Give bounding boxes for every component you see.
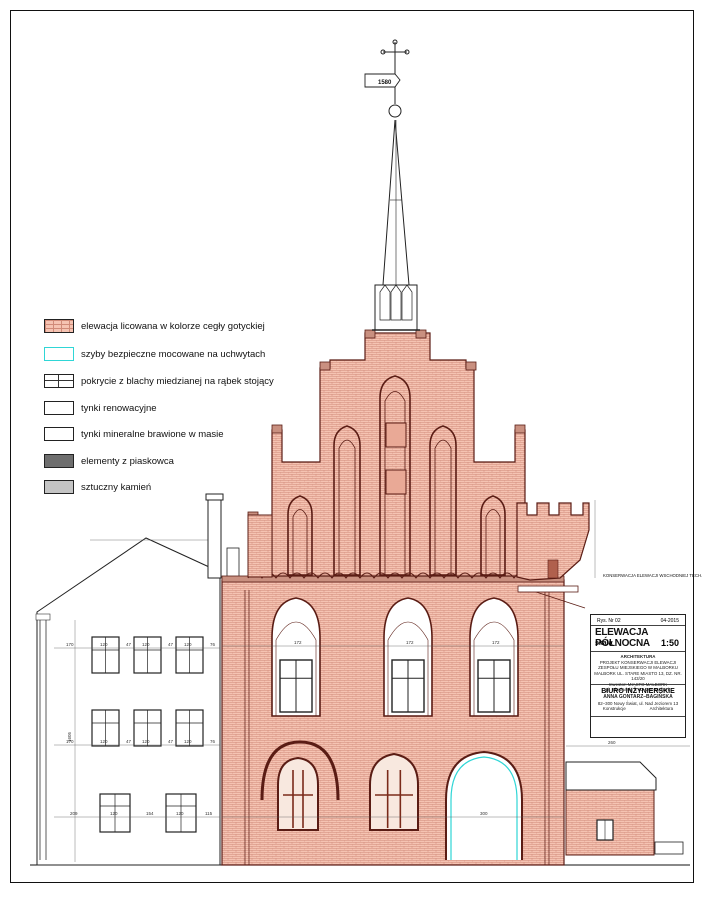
legend-item-mineral: tynki mineralne brawione w masie — [44, 426, 224, 442]
title-block-office: BIURO INŻYNIERSKIE ANNA GONTARZ–BAGIŃSKA… — [591, 685, 685, 717]
pinnacle — [514, 424, 526, 434]
elevation-note: KONSERWACJA ELEWACJI WSCHODNIEJ TECH. — [603, 573, 703, 578]
dimension-label: 120 — [184, 739, 192, 744]
legend-item-render: tynki renowacyjne — [44, 400, 157, 416]
pinnacle — [271, 424, 283, 434]
dimension-label: 172 — [294, 640, 302, 645]
dimension-label: 120 — [110, 811, 118, 816]
pinnacle — [465, 361, 477, 371]
dimension-label: 47 — [126, 739, 132, 744]
office-person: ANNA GONTARZ–BAGIŃSKA — [603, 694, 673, 700]
legend-label: elementy z piaskowca — [81, 455, 174, 467]
dimension-label: 47 — [168, 739, 174, 744]
dimension-label: 120 — [100, 642, 108, 647]
col-structure: Konstrukcje — [602, 706, 626, 711]
dimension-label: 120 — [176, 811, 184, 816]
pinnacle — [364, 329, 376, 339]
gable-niche — [429, 425, 457, 576]
legend-label: tynki mineralne brawione w masie — [81, 428, 224, 440]
legend-label: sztuczny kamień — [81, 481, 152, 493]
drawing-number: Rys. Nr 02 — [597, 618, 621, 624]
col-architecture: Architektura — [649, 706, 674, 711]
left-building: 1605 — [35, 537, 221, 866]
scale-label: skala — [595, 640, 613, 647]
gable-niche — [287, 495, 313, 576]
legend-item-copper: pokrycie z blachy miedzianej na rąbek st… — [44, 373, 274, 389]
legend-label: szyby bezpieczne mocowane na uchwytach — [81, 348, 266, 360]
brick-swatch — [44, 319, 74, 333]
dimension-label: 170 — [66, 642, 74, 647]
dimension-label: 120 — [142, 642, 150, 647]
gable-opening — [385, 422, 407, 448]
chimney — [205, 493, 240, 579]
gable-niche — [333, 425, 361, 576]
dimension-label: 260 — [608, 740, 616, 745]
dimension-label: 47 — [168, 642, 174, 647]
title-block: Rys. Nr 02 04-2015 ELEWACJA PÓŁNOCNA ska… — [590, 614, 686, 738]
glass-swatch — [44, 347, 74, 361]
spire: 1580 — [364, 39, 420, 331]
legend-label: pokrycie z blachy miedzianej na rąbek st… — [81, 375, 274, 387]
dimension-label: 47 — [126, 642, 132, 647]
pinnacle — [319, 361, 331, 371]
legend-item-brick: elewacja licowana w kolorze cegły gotyck… — [44, 318, 265, 334]
legend-item-sandstone: elementy z piaskowca — [44, 453, 174, 469]
legend-item-stone: sztuczny kamień — [44, 479, 151, 495]
vane-year: 1580 — [378, 80, 392, 86]
main-building: 1580 — [221, 39, 590, 866]
dimension-label: 209 — [70, 811, 78, 816]
legend-label: elewacja licowana w kolorze cegły gotyck… — [81, 320, 265, 332]
copper-swatch — [44, 374, 74, 388]
dimension-label: 76 — [210, 642, 216, 647]
north-elevation-drawing: 1605 1580 170 120 47 120 47 120 76170 12… — [30, 39, 690, 866]
drawing-date: 04-2015 — [660, 618, 679, 624]
right-annex — [565, 745, 690, 856]
dimension-label: 120 — [142, 739, 150, 744]
scale-value: 1:50 — [660, 638, 679, 648]
sandstone-swatch — [44, 454, 74, 468]
dimension-label: 115 — [205, 811, 213, 816]
title-block-header: Rys. Nr 02 04-2015 — [591, 615, 685, 626]
dimension-label: 120 — [184, 642, 192, 647]
dimension-label: 154 — [146, 811, 154, 816]
dimension-label: 120 — [100, 739, 108, 744]
dimension-label: 76 — [210, 739, 216, 744]
drawing-sheet: 1605 1580 170 120 47 120 47 120 76 170 1… — [0, 0, 707, 900]
dimension-label: 172 — [406, 640, 414, 645]
pinnacle — [415, 329, 427, 339]
project-line-2: ZESPOŁU MIEJSKIEGO W MALBORKU — [598, 665, 678, 670]
project-address: MALBORK UL. STARE MIASTO 13, DZ. NR. 143… — [594, 670, 682, 682]
gable-niche — [480, 495, 506, 576]
mineral-swatch — [44, 427, 74, 441]
legend-item-glass: szyby bezpieczne mocowane na uchwytach — [44, 346, 265, 362]
dimension-label: 170 — [66, 739, 74, 744]
render-swatch — [44, 401, 74, 415]
upper-windows — [271, 597, 519, 717]
title-block-title: ELEWACJA PÓŁNOCNA skala 1:50 — [591, 626, 685, 652]
stone-swatch — [44, 480, 74, 494]
gable-opening — [385, 469, 407, 495]
dimension-label: 300 — [480, 811, 488, 816]
dimension-label: 172 — [492, 640, 500, 645]
title-block-project: ARCHITEKTURA PROJEKT KONSERWACJI ELEWACJ… — [591, 652, 685, 692]
legend-label: tynki renowacyjne — [81, 402, 157, 414]
